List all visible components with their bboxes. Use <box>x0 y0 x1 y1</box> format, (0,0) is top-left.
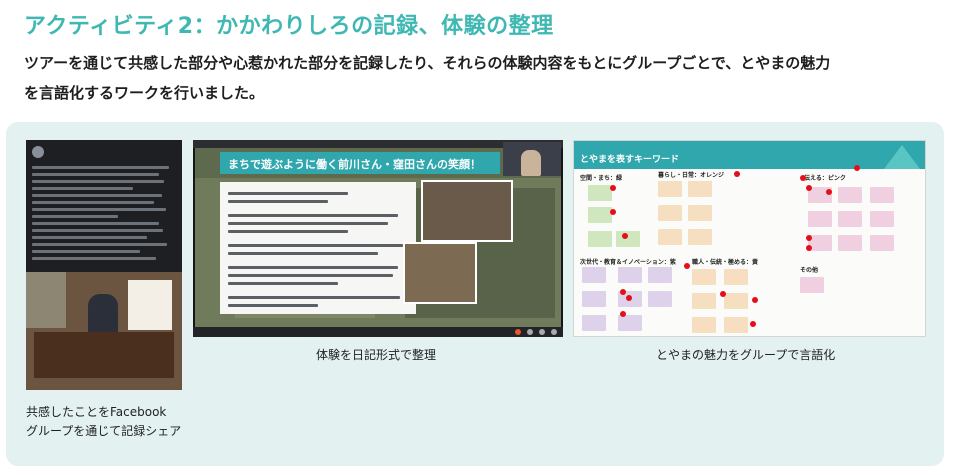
vote-dot <box>620 311 626 317</box>
vote-dot <box>806 185 812 191</box>
caption-board: とやまの魅力をグループで言語化 <box>656 348 836 362</box>
diary-text-box <box>220 182 416 314</box>
group-label-space: 空間・まち：緑 <box>580 175 623 182</box>
vote-dot <box>620 289 626 295</box>
slide-toolbar <box>193 327 563 337</box>
sticky-note <box>616 231 640 247</box>
sticky-note <box>800 277 824 293</box>
vote-dot <box>800 175 806 181</box>
sticky-note <box>838 187 862 203</box>
sticky-note <box>838 235 862 251</box>
board-title: とやまを表すキーワード <box>580 155 680 165</box>
board-header: とやまを表すキーワード <box>574 141 925 169</box>
vote-dot <box>734 171 740 177</box>
sticky-note <box>648 267 672 283</box>
vote-dot <box>610 209 616 215</box>
mountain-icon <box>884 145 920 169</box>
sticky-note <box>692 269 716 285</box>
diary-slide-screenshot: まちで遊ぶように働く前川さん・窪田さんの笑顔！ <box>193 140 563 337</box>
post-text-lines <box>32 166 176 264</box>
caption-facebook: 共感したことをFacebook グループを通じて記録シェア <box>26 405 182 438</box>
interview-photo <box>403 242 477 304</box>
sticky-note <box>658 205 682 221</box>
post-author-placeholder <box>48 148 50 155</box>
sticky-note <box>838 211 862 227</box>
sticky-note <box>692 317 716 333</box>
group-label-next-gen: 次世代・教育＆イノベーション：紫 <box>580 259 676 266</box>
vote-dot <box>806 245 812 251</box>
sticky-note <box>582 267 606 283</box>
page-title: アクティビティ2：かかわりしろの記録、体験の整理 <box>24 14 554 39</box>
sticky-note <box>588 207 612 223</box>
sticky-note <box>870 235 894 251</box>
sticky-note <box>688 229 712 245</box>
lead-line-1: ツアーを通じて共感した部分や心惹かれた部分を記録したり、それらの体験内容をもとに… <box>24 54 831 72</box>
sticky-note <box>724 269 748 285</box>
lead-line-2: を言語化するワークを行いました。 <box>24 84 265 102</box>
sticky-note <box>688 205 712 221</box>
caption-diary: 体験を日記形式で整理 <box>316 348 437 362</box>
sticky-note <box>582 291 606 307</box>
vote-dot <box>752 297 758 303</box>
facebook-post-screenshot <box>26 140 182 390</box>
avatar <box>32 146 44 158</box>
post-photo <box>26 272 182 390</box>
keyword-board-screenshot: とやまを表すキーワード 空間・まち：緑 暮らし・日常：オレンジ 伝える：ピンク … <box>573 140 926 337</box>
vote-dot <box>806 235 812 241</box>
vote-dot <box>684 263 690 269</box>
vote-dot <box>622 233 628 239</box>
sticky-note <box>648 291 672 307</box>
group-label-other: その他 <box>800 267 819 274</box>
sticky-note <box>588 231 612 247</box>
sticky-note <box>870 187 894 203</box>
slide-banner: まちで遊ぶように働く前川さん・窪田さんの笑顔！ <box>220 152 500 174</box>
sticky-note <box>658 229 682 245</box>
sticky-note <box>588 185 612 201</box>
sticky-note <box>724 317 748 333</box>
workshop-photo <box>421 180 513 242</box>
sticky-note <box>618 315 642 331</box>
group-label-life: 暮らし・日常：オレンジ <box>658 172 725 179</box>
video-thumbnail <box>503 142 561 176</box>
group-label-craft: 職人・伝統・極める：黄 <box>692 259 759 266</box>
sticky-note <box>724 293 748 309</box>
vote-dot <box>610 185 616 191</box>
sticky-note <box>618 267 642 283</box>
sticky-note <box>582 315 606 331</box>
group-label-communicate: 伝える：ピンク <box>804 175 846 182</box>
vote-dot <box>720 291 726 297</box>
lead-text: ツアーを通じて共感した部分や心惹かれた部分を記録したり、それらの体験内容をもとに… <box>24 48 934 108</box>
sticky-note <box>688 181 712 197</box>
vote-dot <box>854 165 860 171</box>
sticky-note <box>692 293 716 309</box>
sticky-note <box>658 181 682 197</box>
sticky-note <box>870 211 894 227</box>
sticky-note <box>808 211 832 227</box>
vote-dot <box>626 295 632 301</box>
vote-dot <box>750 321 756 327</box>
vote-dot <box>826 189 832 195</box>
